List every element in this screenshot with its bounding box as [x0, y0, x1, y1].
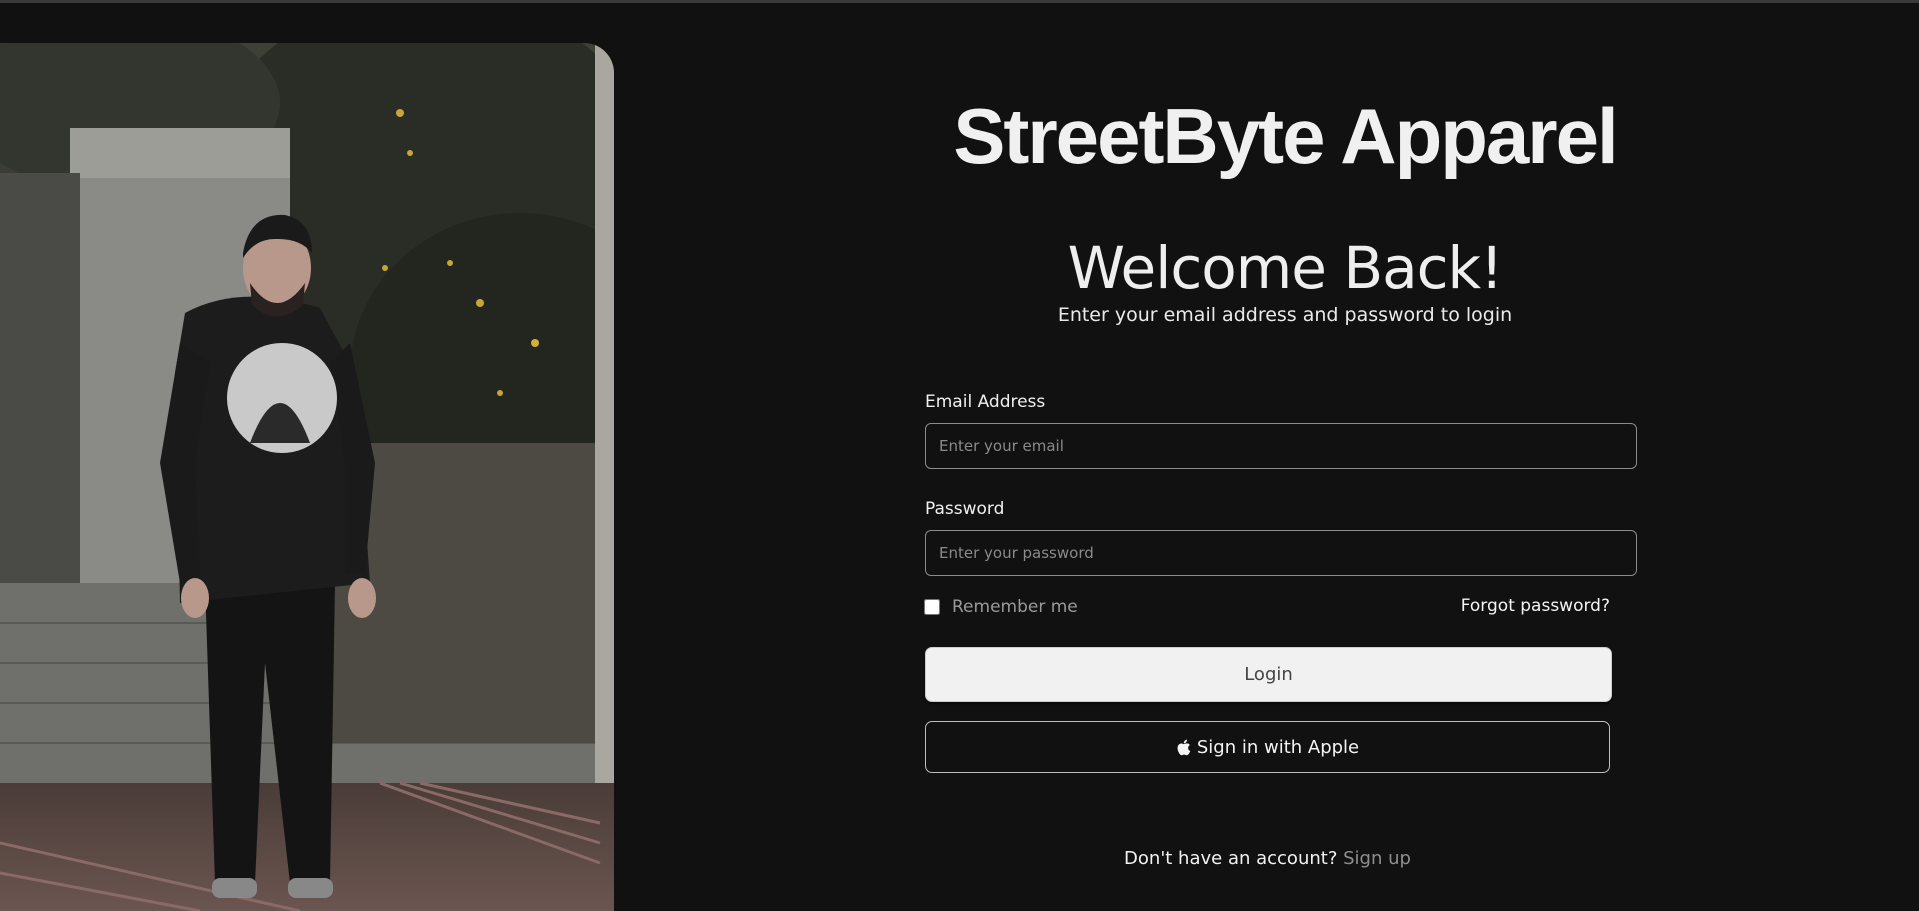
- remember-me[interactable]: Remember me: [924, 595, 1078, 619]
- page-title: Welcome Back!: [1067, 234, 1504, 302]
- forgot-password-link[interactable]: Forgot password?: [1400, 594, 1610, 618]
- apple-icon: [1177, 739, 1191, 755]
- remember-me-checkbox[interactable]: [924, 599, 940, 615]
- apple-signin-label: Sign in with Apple: [1196, 736, 1360, 758]
- remember-me-label: Remember me: [952, 597, 1078, 617]
- signup-prompt: Don't have an account? Sign up: [925, 846, 1610, 872]
- login-button[interactable]: Login: [925, 647, 1612, 702]
- brand-name: StreetByte Apparel: [953, 92, 1618, 180]
- password-field[interactable]: [925, 530, 1637, 576]
- hero-photo: [0, 43, 614, 911]
- password-label: Password: [925, 499, 1005, 519]
- email-field[interactable]: [925, 423, 1637, 469]
- window-top-border: [0, 0, 1919, 3]
- signup-prompt-text: Don't have an account?: [1124, 848, 1338, 869]
- email-label: Email Address: [925, 392, 1046, 412]
- signup-link[interactable]: Sign up: [1343, 848, 1411, 869]
- login-button-label: Login: [1244, 664, 1293, 685]
- page-subtitle: Enter your email address and password to…: [1057, 304, 1513, 326]
- apple-signin-button[interactable]: Sign in with Apple: [925, 721, 1610, 773]
